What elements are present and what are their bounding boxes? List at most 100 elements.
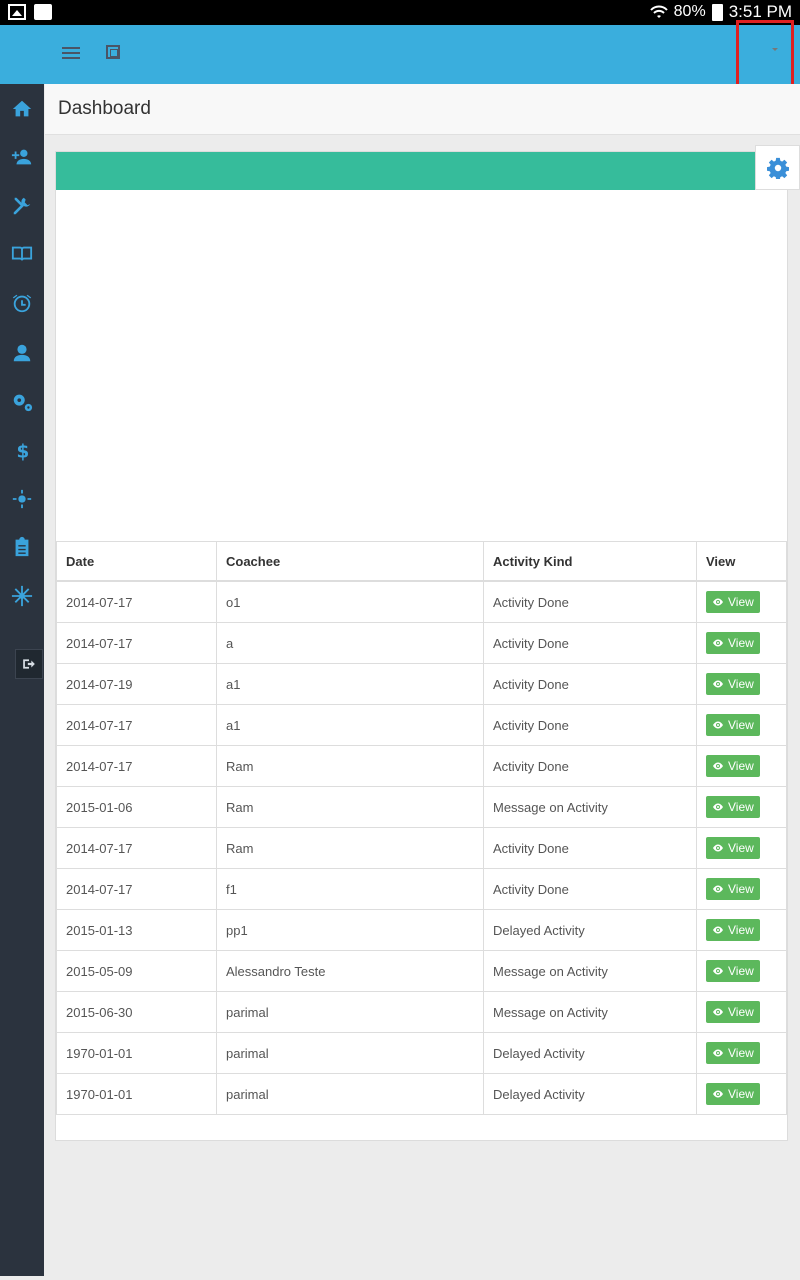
cell-view: View	[696, 909, 787, 951]
hamburger-menu-icon[interactable]	[62, 47, 80, 61]
gears-icon	[13, 394, 33, 412]
eye-icon	[713, 926, 723, 934]
sidebar-item-alarm[interactable]	[0, 283, 44, 323]
view-button[interactable]: View	[706, 632, 760, 654]
cell-view: View	[696, 827, 787, 869]
settings-button[interactable]	[755, 145, 800, 190]
cell-view: View	[696, 745, 787, 787]
cell-date: 2014-07-17	[56, 704, 217, 746]
cell-view: View	[696, 991, 787, 1033]
sidebar-item-theme[interactable]	[0, 479, 44, 519]
download-icon	[34, 4, 52, 20]
cell-date: 2014-07-19	[56, 663, 217, 705]
table-row: 2015-06-30 parimal Message on Activity View	[56, 991, 787, 1033]
cell-activity-kind: Message on Activity	[483, 991, 697, 1033]
cell-date: 2015-05-09	[56, 950, 217, 992]
cell-date: 1970-01-01	[56, 1032, 217, 1074]
activity-table: Date Coachee Activity Kind View 2014-07-…	[56, 541, 787, 1115]
column-header-coachee: Coachee	[216, 541, 484, 582]
cell-activity-kind: Activity Done	[483, 622, 697, 664]
table-row: 1970-01-01 parimal Delayed Activity View	[56, 1073, 787, 1115]
cell-date: 2014-07-17	[56, 827, 217, 869]
alarm-clock-icon	[12, 294, 32, 313]
view-button[interactable]: View	[706, 591, 760, 613]
sidebar-item-book[interactable]	[0, 234, 44, 274]
cell-activity-kind: Activity Done	[483, 704, 697, 746]
cell-activity-kind: Delayed Activity	[483, 1073, 697, 1115]
view-button[interactable]: View	[706, 1001, 760, 1023]
sidebar-item-user[interactable]	[0, 333, 44, 373]
sign-out-icon	[23, 659, 35, 669]
panel-header-bar	[56, 152, 756, 190]
clock: 3:51 PM	[728, 2, 792, 21]
cell-view: View	[696, 868, 787, 910]
logout-button[interactable]	[15, 649, 43, 679]
view-button[interactable]: View	[706, 755, 760, 777]
sidebar-item-settings[interactable]	[0, 382, 44, 422]
cell-activity-kind: Activity Done	[483, 827, 697, 869]
cell-view: View	[696, 1032, 787, 1074]
view-button[interactable]: View	[706, 1042, 760, 1064]
view-button[interactable]: View	[706, 1083, 760, 1105]
table-row: 2015-01-06 Ram Message on Activity View	[56, 786, 787, 828]
cell-date: 2014-07-17	[56, 580, 217, 623]
cell-view: View	[696, 663, 787, 705]
sun-icon	[12, 489, 32, 509]
cell-coachee: a	[216, 622, 484, 664]
cell-activity-kind: Activity Done	[483, 745, 697, 787]
sidebar-item-billing[interactable]: $	[0, 430, 44, 470]
table-row: 2015-05-09 Alessandro Teste Message on Act…	[56, 950, 787, 992]
table-header-row: Date Coachee Activity Kind View	[56, 541, 787, 582]
sidebar: $	[0, 84, 44, 1276]
cell-date: 2014-07-17	[56, 868, 217, 910]
wifi-icon	[649, 5, 668, 18]
eye-icon	[713, 598, 723, 606]
view-button[interactable]: View	[706, 714, 760, 736]
view-button[interactable]: View	[706, 673, 760, 695]
eye-icon	[713, 844, 723, 852]
cell-coachee: parimal	[216, 991, 484, 1033]
table-row: 2014-07-17 o1 Activity Done View	[56, 580, 787, 623]
table-row: 2015-01-13 pp1 Delayed Activity View	[56, 909, 787, 951]
eye-icon	[713, 967, 723, 975]
cell-activity-kind: Message on Activity	[483, 786, 697, 828]
cell-coachee: parimal	[216, 1032, 484, 1074]
table-row: 2014-07-17 Ram Activity Done View	[56, 745, 787, 787]
battery-icon	[711, 3, 723, 21]
sidebar-item-add-user[interactable]	[0, 137, 44, 177]
book-icon	[11, 246, 33, 261]
eye-icon	[713, 1090, 723, 1098]
eye-icon	[713, 803, 723, 811]
dollar-icon: $	[17, 441, 30, 461]
cell-activity-kind: Activity Done	[483, 868, 697, 910]
eye-icon	[713, 885, 723, 893]
eye-icon	[713, 721, 723, 729]
eye-icon	[713, 1008, 723, 1016]
view-button[interactable]: View	[706, 796, 760, 818]
fullscreen-icon[interactable]	[106, 45, 120, 59]
sidebar-item-snowflake[interactable]	[0, 576, 44, 616]
sidebar-item-tools[interactable]	[0, 186, 44, 226]
view-button[interactable]: View	[706, 878, 760, 900]
cell-view: View	[696, 1073, 787, 1115]
tools-icon	[13, 197, 31, 215]
view-button[interactable]: View	[706, 837, 760, 859]
view-button[interactable]: View	[706, 919, 760, 941]
view-button[interactable]: View	[706, 960, 760, 982]
battery-percent: 80%	[673, 3, 706, 20]
cell-view: View	[696, 786, 787, 828]
sidebar-item-reports[interactable]	[0, 527, 44, 567]
sidebar-item-home[interactable]	[0, 89, 44, 129]
table-row: 1970-01-01 parimal Delayed Activity View	[56, 1032, 787, 1074]
clipboard-icon	[15, 536, 29, 557]
view-button-label: View	[728, 1046, 754, 1060]
cell-coachee: f1	[216, 868, 484, 910]
view-button-label: View	[728, 595, 754, 609]
highlight-annotation	[736, 20, 794, 90]
cell-coachee: a1	[216, 704, 484, 746]
column-header-activity-kind: Activity Kind	[483, 541, 697, 582]
cell-activity-kind: Delayed Activity	[483, 909, 697, 951]
view-button-label: View	[728, 1005, 754, 1019]
cell-date: 2015-06-30	[56, 991, 217, 1033]
view-button-label: View	[728, 964, 754, 978]
